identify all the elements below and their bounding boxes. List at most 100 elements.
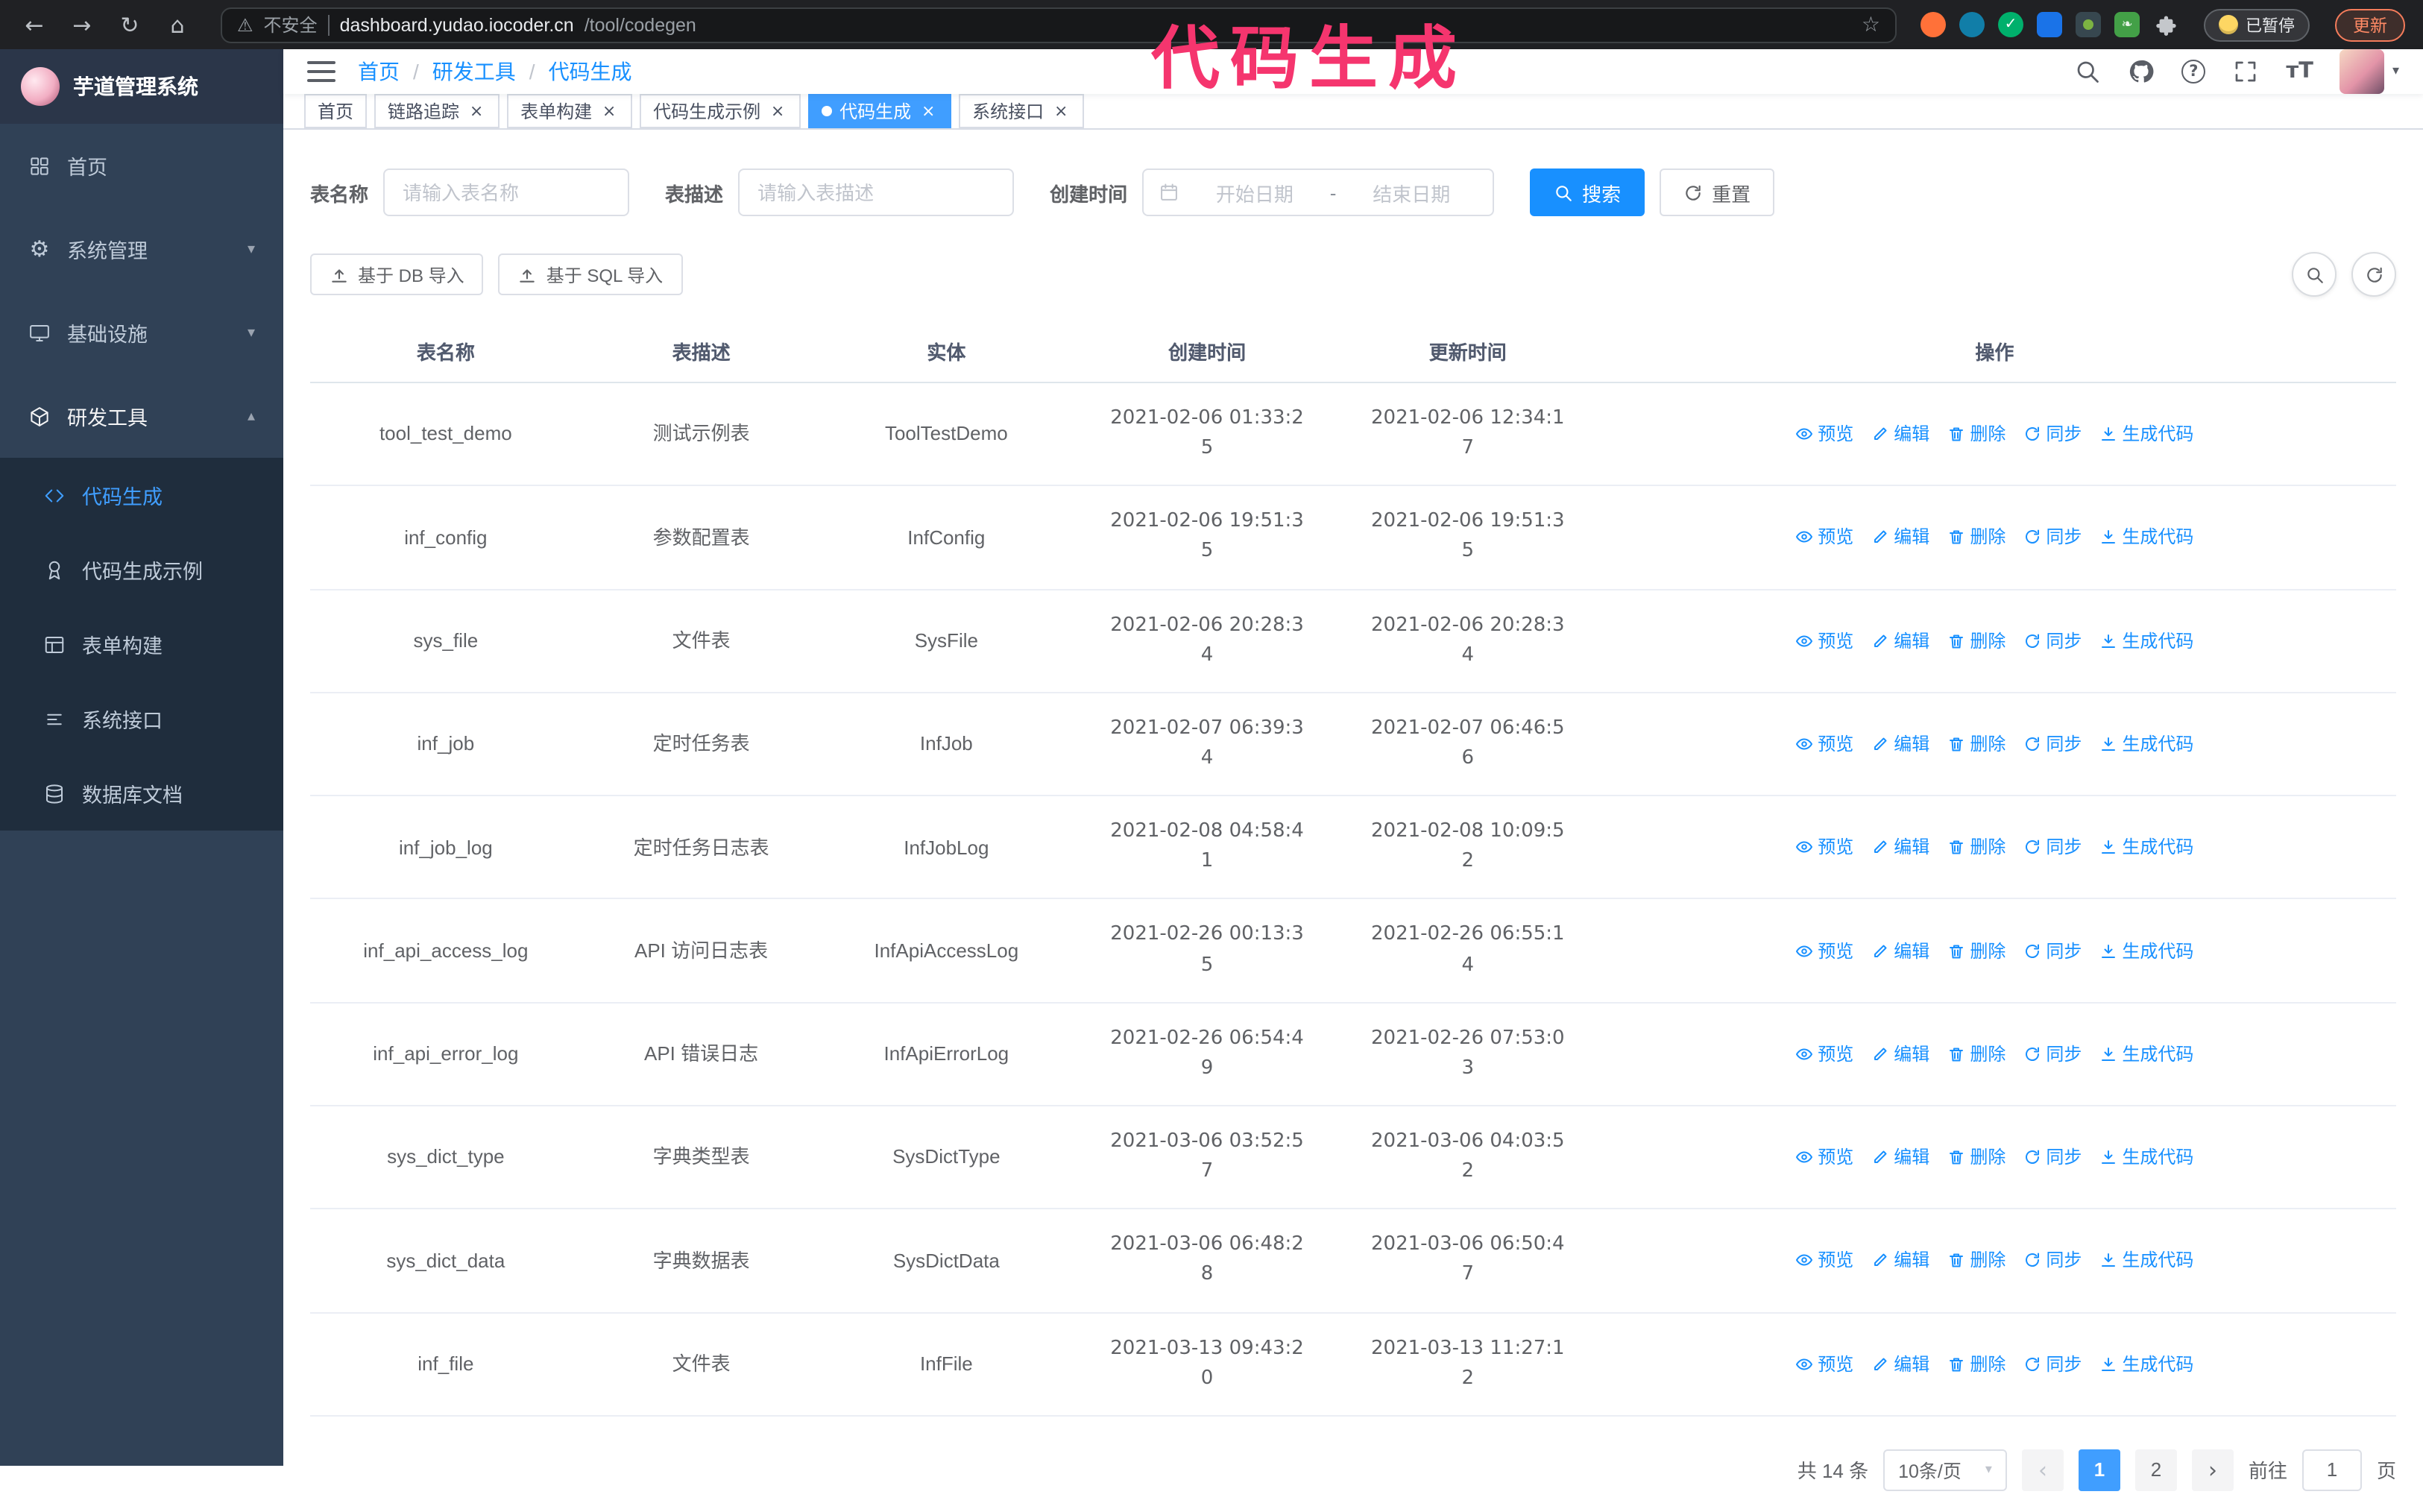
user-menu[interactable] (2339, 49, 2399, 94)
preview-link[interactable]: 预览 (1795, 1144, 1853, 1171)
edit-link[interactable]: 编辑 (1871, 937, 1929, 964)
preview-link[interactable]: 预览 (1795, 1350, 1853, 1377)
sidebar-subitem-form-builder[interactable]: 表单构建 (0, 607, 283, 681)
fullscreen-icon[interactable] (2232, 58, 2259, 85)
delete-link[interactable]: 删除 (1947, 834, 2005, 861)
table-desc-input[interactable] (738, 168, 1015, 216)
logo-bar[interactable]: 芋道管理系统 (0, 49, 283, 124)
prev-page-button[interactable]: ‹ (2021, 1449, 2064, 1491)
edit-link[interactable]: 编辑 (1871, 627, 1929, 654)
search-icon[interactable] (2074, 58, 2101, 85)
extension-icon-4[interactable] (2037, 12, 2062, 37)
browser-update-button[interactable]: 更新 (2335, 8, 2405, 41)
github-icon[interactable] (2128, 58, 2155, 85)
tab-close-icon[interactable] (599, 101, 619, 121)
page-button-1[interactable]: 1 (2078, 1449, 2120, 1491)
edit-link[interactable]: 编辑 (1871, 420, 1929, 447)
import-sql-button[interactable]: 基于 SQL 导入 (498, 253, 683, 295)
edit-link[interactable]: 编辑 (1871, 1350, 1929, 1377)
delete-link[interactable]: 删除 (1947, 1144, 2005, 1171)
import-db-button[interactable]: 基于 DB 导入 (310, 253, 484, 295)
edit-link[interactable]: 编辑 (1871, 731, 1929, 757)
sync-link[interactable]: 同步 (2023, 834, 2082, 861)
preview-link[interactable]: 预览 (1795, 1247, 1853, 1274)
delete-link[interactable]: 删除 (1947, 1041, 2005, 1068)
tab-form-builder[interactable]: 表单构建 (507, 94, 633, 128)
browser-home-icon[interactable] (161, 8, 194, 41)
edit-link[interactable]: 编辑 (1871, 1144, 1929, 1171)
preview-link[interactable]: 预览 (1795, 834, 1853, 861)
table-name-input[interactable] (383, 168, 630, 216)
breadcrumb-dev-tools[interactable]: 研发工具 (432, 57, 516, 86)
sidebar-item-infra[interactable]: 基础设施 (0, 291, 283, 374)
tab-close-icon[interactable] (768, 101, 787, 121)
preview-link[interactable]: 预览 (1795, 731, 1853, 757)
font-size-icon[interactable] (2286, 60, 2313, 84)
profile-paused-chip[interactable]: 已暂停 (2204, 8, 2310, 41)
tab-codegen-example[interactable]: 代码生成示例 (640, 94, 801, 128)
reset-button[interactable]: 重置 (1660, 168, 1775, 216)
extension-icon-3[interactable] (1998, 12, 2023, 37)
preview-link[interactable]: 预览 (1795, 1041, 1853, 1068)
browser-back-icon[interactable] (18, 8, 51, 41)
browser-reload-icon[interactable] (113, 8, 146, 41)
sync-link[interactable]: 同步 (2023, 420, 2082, 447)
delete-link[interactable]: 删除 (1947, 731, 2005, 757)
refresh-table-button[interactable] (2351, 252, 2396, 297)
hamburger-icon[interactable] (307, 61, 335, 82)
next-page-button[interactable]: › (2191, 1449, 2234, 1491)
preview-link[interactable]: 预览 (1795, 627, 1853, 654)
browser-forward-icon[interactable] (66, 8, 98, 41)
help-icon[interactable] (2181, 60, 2206, 84)
goto-page-input[interactable] (2301, 1449, 2362, 1491)
delete-link[interactable]: 删除 (1947, 1247, 2005, 1274)
sidebar-subitem-codegen-example[interactable]: 代码生成示例 (0, 532, 283, 607)
tab-close-icon[interactable] (1051, 101, 1071, 121)
sync-link[interactable]: 同步 (2023, 731, 2082, 757)
sidebar-subitem-db-doc[interactable]: 数据库文档 (0, 756, 283, 831)
page-size-select[interactable]: 10条/页 (1883, 1449, 2007, 1491)
extension-icon-1[interactable] (1921, 12, 1946, 37)
delete-link[interactable]: 删除 (1947, 420, 2005, 447)
tab-codegen[interactable]: 代码生成 (808, 94, 952, 128)
sidebar-item-home[interactable]: 首页 (0, 124, 283, 207)
delete-link[interactable]: 删除 (1947, 524, 2005, 551)
page-button-2[interactable]: 2 (2134, 1449, 2177, 1491)
preview-link[interactable]: 预览 (1795, 524, 1853, 551)
delete-link[interactable]: 删除 (1947, 627, 2005, 654)
generate-code-link[interactable]: 生成代码 (2099, 627, 2193, 654)
extension-icon-2[interactable] (1959, 12, 1985, 37)
tab-close-icon[interactable] (919, 101, 938, 121)
sidebar-item-system[interactable]: 系统管理 (0, 207, 283, 291)
delete-link[interactable]: 删除 (1947, 1350, 2005, 1377)
sidebar-item-dev-tools[interactable]: 研发工具 (0, 374, 283, 458)
generate-code-link[interactable]: 生成代码 (2099, 731, 2193, 757)
sync-link[interactable]: 同步 (2023, 1247, 2082, 1274)
sync-link[interactable]: 同步 (2023, 524, 2082, 551)
sync-link[interactable]: 同步 (2023, 1041, 2082, 1068)
generate-code-link[interactable]: 生成代码 (2099, 834, 2193, 861)
sync-link[interactable]: 同步 (2023, 627, 2082, 654)
toggle-search-button[interactable] (2292, 252, 2337, 297)
generate-code-link[interactable]: 生成代码 (2099, 937, 2193, 964)
sync-link[interactable]: 同步 (2023, 1350, 2082, 1377)
generate-code-link[interactable]: 生成代码 (2099, 1144, 2193, 1171)
edit-link[interactable]: 编辑 (1871, 524, 1929, 551)
extensions-puzzle-icon[interactable] (2153, 12, 2178, 37)
sidebar-subitem-system-api[interactable]: 系统接口 (0, 681, 283, 756)
tab-system-api[interactable]: 系统接口 (959, 94, 1085, 128)
breadcrumb-home[interactable]: 首页 (358, 57, 400, 86)
date-range-picker[interactable]: 开始日期 - 结束日期 (1142, 168, 1495, 216)
preview-link[interactable]: 预览 (1795, 420, 1853, 447)
generate-code-link[interactable]: 生成代码 (2099, 1041, 2193, 1068)
tab-close-icon[interactable] (467, 101, 486, 121)
edit-link[interactable]: 编辑 (1871, 1041, 1929, 1068)
generate-code-link[interactable]: 生成代码 (2099, 1350, 2193, 1377)
generate-code-link[interactable]: 生成代码 (2099, 420, 2193, 447)
sidebar-subitem-codegen[interactable]: 代码生成 (0, 458, 283, 532)
bookmark-star-icon[interactable] (1862, 13, 1880, 37)
edit-link[interactable]: 编辑 (1871, 834, 1929, 861)
extension-icon-6[interactable] (2114, 12, 2140, 37)
generate-code-link[interactable]: 生成代码 (2099, 1247, 2193, 1274)
tab-home[interactable]: 首页 (304, 94, 368, 128)
